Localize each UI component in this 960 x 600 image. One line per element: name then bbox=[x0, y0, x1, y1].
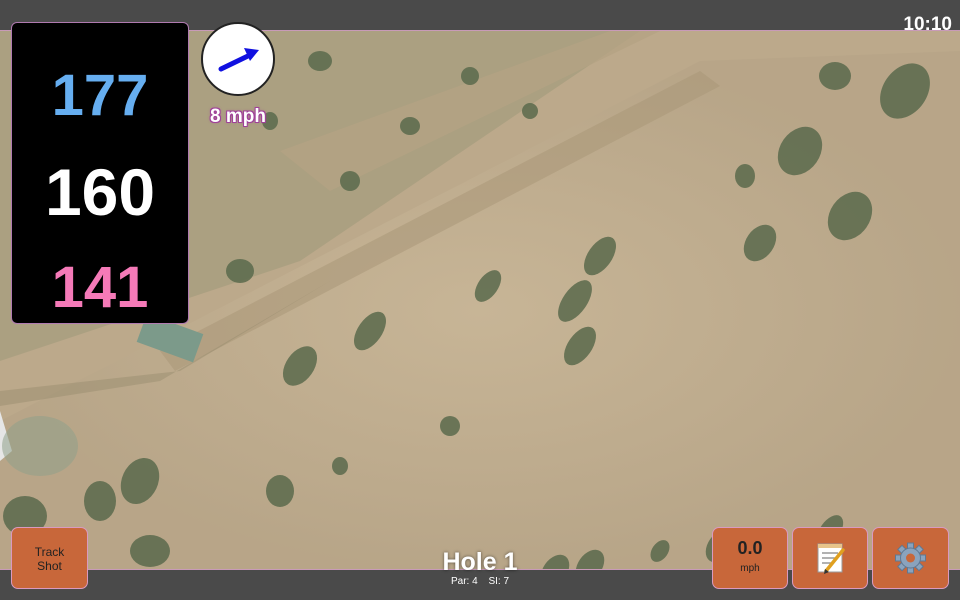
track-shot-button[interactable]: Track Shot bbox=[11, 527, 88, 589]
speed-unit: mph bbox=[740, 563, 760, 574]
gear-icon bbox=[895, 542, 926, 574]
distance-panel: 177 160 141 bbox=[11, 22, 189, 324]
wind-direction-badge[interactable] bbox=[201, 22, 275, 96]
hole-title: Hole 1 bbox=[442, 548, 518, 576]
speed-button[interactable]: 0.0 mph bbox=[712, 527, 788, 589]
notepad-icon bbox=[817, 543, 845, 574]
front-distance: 141 bbox=[51, 255, 149, 320]
hole-par: Par: 4 bbox=[450, 576, 478, 587]
settings-button[interactable] bbox=[872, 527, 949, 589]
hole-stroke-index: SI: 7 bbox=[488, 576, 510, 587]
speed-value: 0.0 bbox=[737, 538, 763, 558]
wind-speed-label: 8 mph bbox=[210, 106, 266, 127]
arrow-right-icon bbox=[218, 48, 259, 72]
back-distance: 177 bbox=[51, 63, 149, 128]
middle-distance: 160 bbox=[44, 155, 156, 229]
track-shot-label-line2: Shot bbox=[37, 559, 62, 573]
clock: 10:10 bbox=[903, 14, 952, 35]
hole-meta: Par: 4 SI: 7 bbox=[400, 576, 560, 587]
notes-button[interactable] bbox=[792, 527, 868, 589]
track-shot-label-line1: Track bbox=[34, 545, 65, 559]
